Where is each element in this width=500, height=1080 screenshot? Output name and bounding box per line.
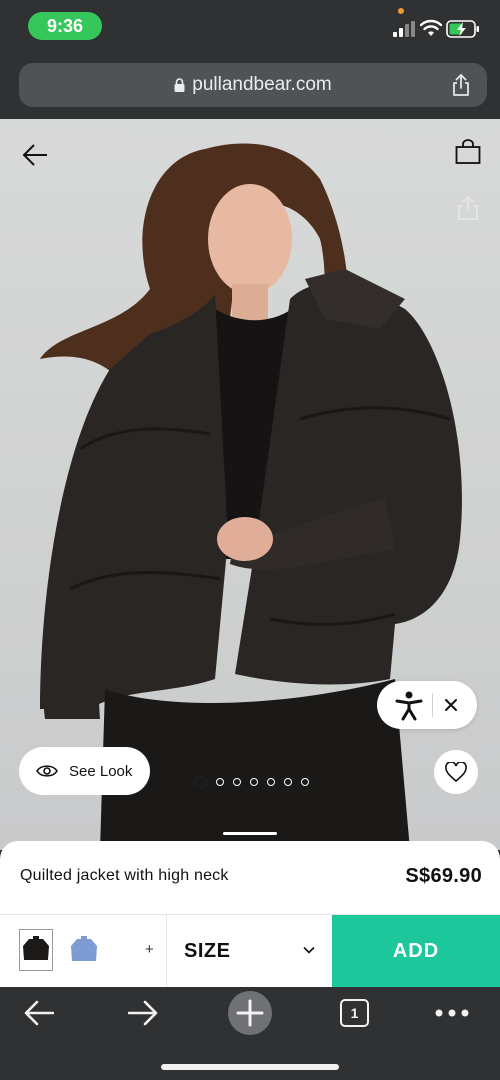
status-time: 9:36: [28, 12, 102, 40]
home-indicator: [161, 1064, 339, 1070]
plus-icon: [236, 999, 264, 1027]
bag-icon[interactable]: [455, 139, 481, 165]
forward-arrow-icon[interactable]: [128, 1000, 158, 1026]
gallery-dot[interactable]: [284, 778, 292, 786]
close-icon[interactable]: [443, 697, 459, 713]
product-image-gallery[interactable]: See Look: [0, 119, 500, 850]
chevron-down-icon: [303, 946, 315, 954]
divider: [432, 693, 433, 717]
product-price: S$69.90: [405, 865, 482, 887]
gallery-dot[interactable]: [267, 778, 275, 786]
eye-icon: [36, 765, 58, 777]
heart-icon: [445, 762, 467, 782]
tabs-button[interactable]: 1: [340, 999, 369, 1027]
lock-icon: [174, 78, 185, 92]
see-look-label: See Look: [69, 762, 133, 780]
share-icon[interactable]: [456, 195, 480, 221]
wishlist-button[interactable]: [434, 750, 478, 794]
size-label: SIZE: [184, 940, 231, 962]
add-to-cart-button[interactable]: ADD: [332, 915, 500, 987]
battery-charging-icon: [446, 20, 479, 38]
address-bar[interactable]: pullandbear.com: [19, 63, 487, 107]
more-colors-button[interactable]: +: [145, 941, 154, 958]
share-icon[interactable]: [451, 73, 471, 97]
privacy-indicator: [398, 8, 404, 14]
color-selector: +: [0, 915, 167, 987]
address-text-wrap: pullandbear.com: [19, 63, 487, 107]
signal-icon: [393, 21, 415, 37]
gallery-pagination: [195, 776, 318, 788]
product-info-sheet: Quilted jacket with high neck S$69.90 + …: [0, 841, 500, 987]
status-bar: 9:36: [0, 0, 500, 52]
gallery-dot[interactable]: [195, 776, 207, 788]
accessibility-widget: [377, 681, 477, 729]
more-icon[interactable]: [435, 1009, 469, 1017]
black-jacket-thumbnail: [20, 930, 52, 970]
size-selector[interactable]: SIZE: [167, 915, 332, 987]
browser-toolbar: 1: [0, 987, 500, 1080]
blue-jacket-thumbnail: [67, 929, 101, 971]
color-swatch-blue[interactable]: [67, 929, 101, 971]
back-arrow-icon[interactable]: [22, 143, 48, 167]
sheet-drag-handle[interactable]: [223, 832, 277, 835]
product-name: Quilted jacket with high neck: [20, 867, 229, 884]
gallery-dot[interactable]: [250, 778, 258, 786]
gallery-dot[interactable]: [301, 778, 309, 786]
gallery-dot[interactable]: [216, 778, 224, 786]
browser-address-area: pullandbear.com: [0, 52, 500, 119]
product-photo: [40, 143, 462, 850]
new-tab-button[interactable]: [228, 991, 272, 1035]
app: 9:36 pullandbear.com See Look Quilted ja…: [0, 0, 500, 1080]
color-swatch-black[interactable]: [19, 929, 53, 971]
url-text: pullandbear.com: [192, 74, 332, 95]
purchase-row: + SIZE ADD: [0, 914, 500, 987]
gallery-dot[interactable]: [233, 778, 241, 786]
back-arrow-icon[interactable]: [24, 1000, 54, 1026]
accessibility-icon[interactable]: [395, 691, 423, 721]
see-look-button[interactable]: See Look: [19, 747, 150, 795]
wifi-icon: [420, 19, 442, 36]
